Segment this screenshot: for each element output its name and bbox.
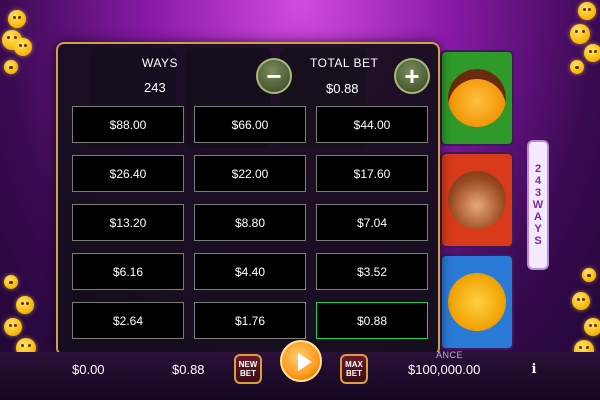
max-bet-button[interactable]: MAX BET xyxy=(340,354,368,384)
bet-option[interactable]: $3.52 xyxy=(316,253,428,290)
ways-tag-digit: 2 xyxy=(534,163,542,175)
ways-tag-digit: 3 xyxy=(534,187,542,199)
bet-option[interactable]: $6.16 xyxy=(72,253,184,290)
emoji-decor-icon xyxy=(4,60,18,74)
bet-panel: WAYS 243 − TOTAL BET $0.88 + $88.00 $66.… xyxy=(56,42,440,356)
reel-symbol-woman xyxy=(440,50,514,146)
baby-emoji-icon xyxy=(448,273,506,331)
ways-tag-letter: W xyxy=(532,199,544,211)
emoji-decor-icon xyxy=(570,24,590,44)
bet-option[interactable]: $44.00 xyxy=(316,106,428,143)
total-bet-value: $0.88 xyxy=(326,81,359,96)
emoji-decor-icon xyxy=(578,2,596,20)
bet-options-grid: $88.00 $66.00 $44.00 $26.40 $22.00 $17.6… xyxy=(72,106,428,344)
spin-button[interactable] xyxy=(280,340,322,382)
info-icon[interactable]: i xyxy=(528,362,540,378)
bet-option[interactable]: $17.60 xyxy=(316,155,428,192)
win-value: $0.00 xyxy=(72,362,105,377)
emoji-decor-icon xyxy=(572,292,590,310)
emoji-decor-icon xyxy=(14,38,32,56)
emoji-decor-icon xyxy=(584,44,600,62)
emoji-decor-icon xyxy=(584,318,600,336)
balance-label: ANCE xyxy=(436,350,464,360)
emoji-decor-icon xyxy=(16,296,34,314)
new-bet-button[interactable]: NEW BET xyxy=(234,354,262,384)
ways-label: WAYS xyxy=(142,56,179,70)
balance-value: $100,000.00 xyxy=(408,362,481,377)
monkey-emoji-icon xyxy=(448,171,506,229)
reel-symbol-baby xyxy=(440,254,514,350)
bet-option[interactable]: $4.40 xyxy=(194,253,306,290)
new-bet-label: NEW xyxy=(238,360,258,369)
bet-option[interactable]: $7.04 xyxy=(316,204,428,241)
bet-option[interactable]: $13.20 xyxy=(72,204,184,241)
minus-icon: − xyxy=(266,61,282,91)
bet-option-selected[interactable]: $0.88 xyxy=(316,302,428,339)
total-bet-label: TOTAL BET xyxy=(310,56,379,70)
bet-option[interactable]: $1.76 xyxy=(194,302,306,339)
bet-option[interactable]: $66.00 xyxy=(194,106,306,143)
max-bet-label: MAX xyxy=(345,360,363,369)
emoji-decor-icon xyxy=(4,275,18,289)
bottom-total-bet-value: $0.88 xyxy=(172,362,205,377)
bet-option[interactable]: $8.80 xyxy=(194,204,306,241)
increase-bet-button[interactable]: + xyxy=(394,58,430,94)
bet-option[interactable]: $88.00 xyxy=(72,106,184,143)
ways-tag-digit: 4 xyxy=(534,175,542,187)
emoji-decor-icon xyxy=(570,60,584,74)
ways-tag: 2 4 3 W A Y S xyxy=(527,140,549,270)
woman-emoji-icon xyxy=(448,69,506,127)
bet-option[interactable]: $26.40 xyxy=(72,155,184,192)
ways-tag-letter: Y xyxy=(534,223,542,235)
emoji-decor-icon xyxy=(8,10,26,28)
ways-tag-letter: S xyxy=(534,235,542,247)
max-bet-label: BET xyxy=(346,369,362,378)
ways-tag-letter: A xyxy=(534,211,542,223)
plus-icon: + xyxy=(404,61,420,91)
bet-option[interactable]: $22.00 xyxy=(194,155,306,192)
decrease-bet-button[interactable]: − xyxy=(256,58,292,94)
new-bet-label: BET xyxy=(240,369,256,378)
bet-option[interactable]: $2.64 xyxy=(72,302,184,339)
emoji-decor-icon xyxy=(582,268,596,282)
emoji-decor-icon xyxy=(4,318,22,336)
reel-symbol-monkey xyxy=(440,152,514,248)
ways-value: 243 xyxy=(144,80,166,95)
